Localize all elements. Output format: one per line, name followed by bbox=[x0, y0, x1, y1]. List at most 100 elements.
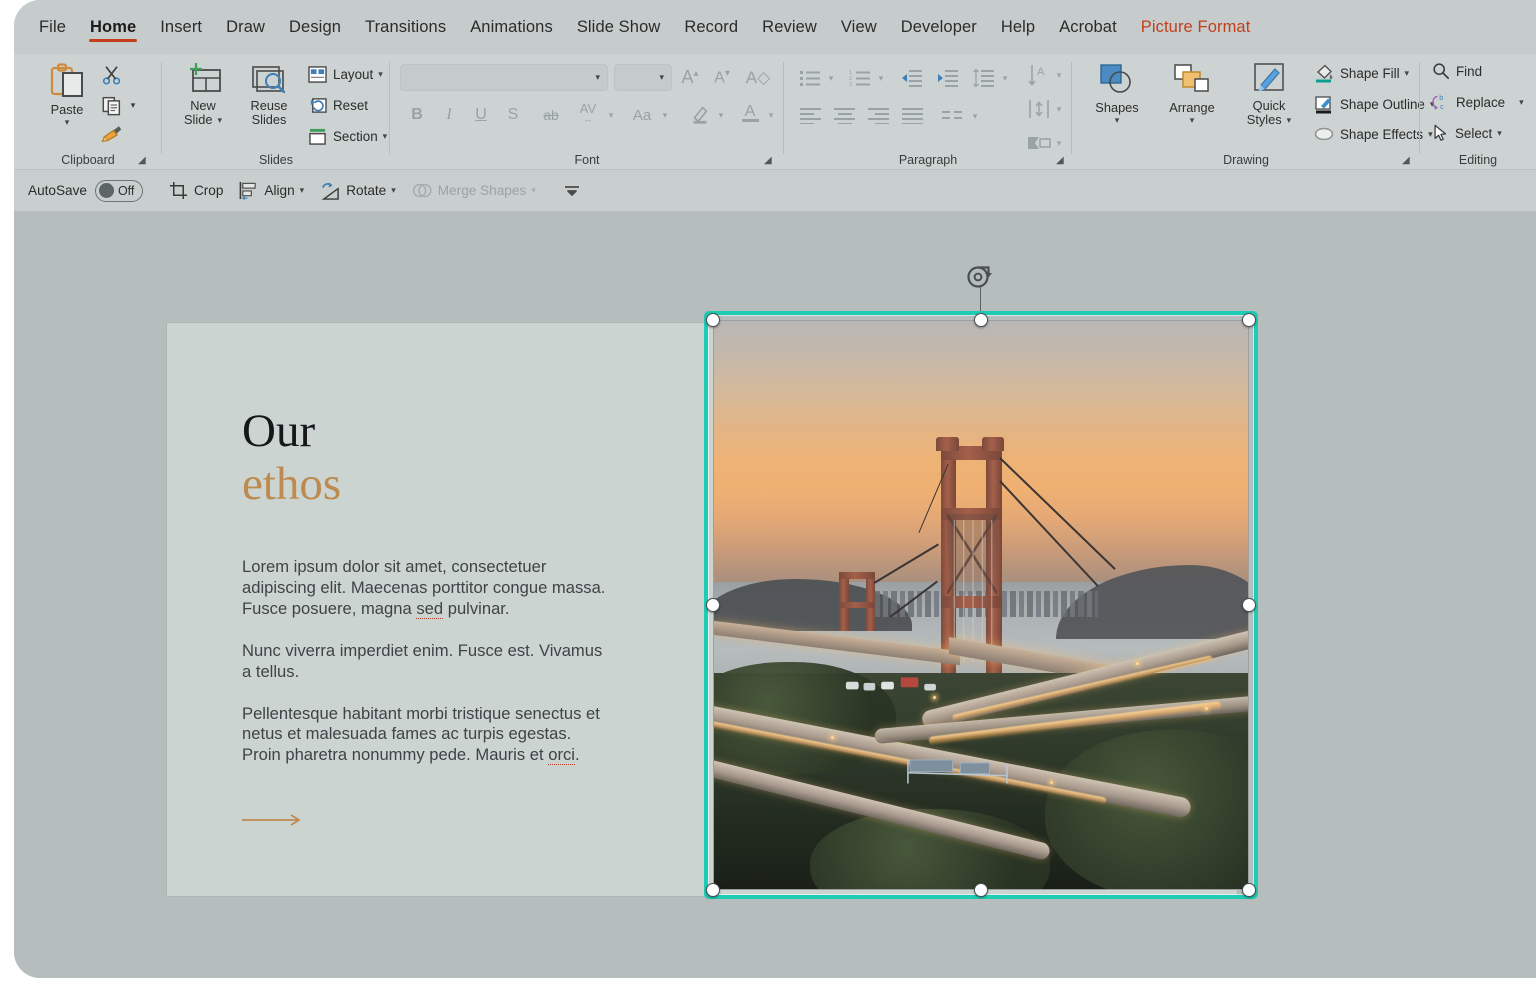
shape-outline-button[interactable]: Shape Outline ▾ bbox=[1314, 95, 1434, 114]
merge-shapes-chevron[interactable]: ▾ bbox=[531, 185, 536, 196]
text-shadow-button[interactable]: S bbox=[500, 102, 526, 128]
slide-canvas[interactable]: Our ethos Lorem ipsum dolor sit amet, co… bbox=[14, 212, 1536, 978]
change-case-chevron[interactable]: ▾ bbox=[658, 102, 672, 128]
line-spacing-button[interactable] bbox=[970, 66, 998, 90]
text-direction-button[interactable]: A bbox=[1024, 62, 1054, 88]
shape-fill-button[interactable]: Shape Fill ▾ bbox=[1314, 64, 1409, 83]
menu-item-help[interactable]: Help bbox=[990, 14, 1046, 41]
underline-button[interactable]: U bbox=[468, 102, 494, 128]
shapes-button[interactable]: Shapes ▾ bbox=[1080, 62, 1154, 125]
character-spacing-chevron[interactable]: ▾ bbox=[604, 102, 618, 128]
italic-button[interactable]: I bbox=[436, 102, 462, 128]
paste-dropdown-chevron[interactable]: ▾ bbox=[65, 117, 70, 127]
reuse-slides-button[interactable]: Reuse Slides bbox=[236, 62, 302, 128]
merge-shapes-button[interactable]: Merge Shapes ▾ bbox=[412, 181, 536, 200]
find-button[interactable]: Find bbox=[1432, 62, 1482, 80]
new-slide-button[interactable]: New Slide ▾ bbox=[172, 62, 234, 128]
resize-handle-middle-left[interactable] bbox=[706, 598, 720, 612]
align-center-button[interactable] bbox=[830, 104, 860, 128]
numbering-button[interactable]: 1 2 3 bbox=[846, 66, 874, 90]
cut-button[interactable] bbox=[98, 62, 126, 88]
resize-handle-top-center[interactable] bbox=[974, 313, 988, 327]
menu-item-review[interactable]: Review bbox=[751, 14, 828, 41]
font-size-chevron[interactable]: ▾ bbox=[659, 72, 664, 83]
crop-button[interactable]: Crop bbox=[169, 181, 223, 200]
bold-button[interactable]: B bbox=[404, 102, 430, 128]
clipboard-dialog-launcher[interactable]: ◢ bbox=[138, 155, 146, 166]
menu-item-picture-format[interactable]: Picture Format bbox=[1130, 14, 1262, 41]
justify-button[interactable] bbox=[898, 104, 928, 128]
resize-handle-top-right[interactable] bbox=[1242, 313, 1256, 327]
menu-item-transitions[interactable]: Transitions bbox=[354, 14, 457, 41]
align-text-button[interactable] bbox=[1024, 96, 1054, 122]
resize-handle-middle-right[interactable] bbox=[1242, 598, 1256, 612]
resize-handle-bottom-center[interactable] bbox=[974, 883, 988, 897]
menu-item-view[interactable]: View bbox=[830, 14, 888, 41]
selected-picture[interactable] bbox=[704, 266, 1258, 899]
numbering-chevron[interactable]: ▾ bbox=[874, 66, 888, 90]
grow-font-button[interactable]: A▴ bbox=[676, 64, 704, 91]
slide-title[interactable]: Our ethos bbox=[242, 405, 341, 510]
shape-effects-button[interactable]: Shape Effects ▾ bbox=[1314, 126, 1433, 143]
bullets-button[interactable] bbox=[796, 66, 824, 90]
new-slide-dropdown-chevron[interactable]: ▾ bbox=[217, 115, 222, 125]
section-button[interactable]: Section ▾ bbox=[308, 128, 387, 145]
menu-item-record[interactable]: Record bbox=[673, 14, 749, 41]
bullets-chevron[interactable]: ▾ bbox=[824, 66, 838, 90]
menu-item-developer[interactable]: Developer bbox=[890, 14, 988, 41]
rotate-button[interactable]: Rotate ▾ bbox=[320, 181, 396, 200]
section-dropdown-chevron[interactable]: ▾ bbox=[383, 131, 388, 142]
font-name-combobox[interactable]: ▾ bbox=[400, 64, 608, 91]
replace-button[interactable]: b c Replace ▾ bbox=[1432, 93, 1524, 111]
font-dialog-launcher[interactable]: ◢ bbox=[764, 155, 772, 166]
decrease-indent-button[interactable] bbox=[898, 66, 926, 90]
right-arrow-shape[interactable] bbox=[242, 813, 304, 827]
font-color-button[interactable]: A bbox=[736, 98, 764, 128]
character-spacing-button[interactable]: AV ↔ bbox=[572, 98, 604, 128]
strikethrough-button[interactable]: ab bbox=[536, 102, 566, 128]
align-left-button[interactable] bbox=[796, 104, 826, 128]
arrange-button[interactable]: Arrange ▾ bbox=[1156, 62, 1228, 125]
quick-styles-button[interactable]: Quick Styles ▾ bbox=[1230, 62, 1308, 128]
line-spacing-chevron[interactable]: ▾ bbox=[998, 66, 1012, 90]
drawing-dialog-launcher[interactable]: ◢ bbox=[1402, 155, 1410, 166]
menu-item-home[interactable]: Home bbox=[79, 14, 147, 42]
menu-item-file[interactable]: File bbox=[28, 14, 77, 41]
align-right-button[interactable] bbox=[864, 104, 894, 128]
layout-button[interactable]: Layout ▾ bbox=[308, 66, 383, 83]
toolbar-overflow-button[interactable] bbox=[562, 183, 582, 199]
shapes-dropdown-chevron[interactable]: ▾ bbox=[1115, 115, 1120, 125]
select-dropdown-chevron[interactable]: ▾ bbox=[1497, 128, 1502, 139]
copy-dropdown-chevron[interactable]: ▾ bbox=[126, 92, 140, 118]
align-objects-chevron[interactable]: ▾ bbox=[300, 185, 305, 196]
text-direction-chevron[interactable]: ▾ bbox=[1052, 62, 1066, 88]
rotate-handle[interactable] bbox=[963, 263, 997, 293]
resize-handle-bottom-left[interactable] bbox=[706, 883, 720, 897]
reset-button[interactable]: Reset bbox=[308, 97, 368, 114]
rotate-chevron[interactable]: ▾ bbox=[391, 185, 396, 196]
text-highlight-button[interactable] bbox=[686, 100, 714, 128]
format-painter-button[interactable] bbox=[98, 122, 126, 148]
slide-body-text[interactable]: Lorem ipsum dolor sit amet, consectetuer… bbox=[242, 557, 614, 787]
menu-item-draw[interactable]: Draw bbox=[215, 14, 276, 41]
menu-item-animations[interactable]: Animations bbox=[459, 14, 564, 41]
replace-dropdown-chevron[interactable]: ▾ bbox=[1519, 97, 1524, 108]
menu-item-slide-show[interactable]: Slide Show bbox=[566, 14, 672, 41]
quick-styles-dropdown-chevron[interactable]: ▾ bbox=[1287, 115, 1292, 125]
layout-dropdown-chevron[interactable]: ▾ bbox=[378, 69, 383, 80]
increase-indent-button[interactable] bbox=[934, 66, 962, 90]
copy-button[interactable] bbox=[98, 92, 126, 118]
select-button[interactable]: Select ▾ bbox=[1432, 124, 1502, 142]
columns-chevron[interactable]: ▾ bbox=[968, 104, 982, 128]
clear-formatting-button[interactable]: A◇ bbox=[744, 64, 772, 91]
change-case-button[interactable]: Aa bbox=[626, 102, 658, 128]
arrange-dropdown-chevron[interactable]: ▾ bbox=[1190, 115, 1195, 125]
font-name-chevron[interactable]: ▾ bbox=[595, 72, 600, 83]
paragraph-dialog-launcher[interactable]: ◢ bbox=[1056, 155, 1064, 166]
resize-handle-top-left[interactable] bbox=[706, 313, 720, 327]
text-highlight-chevron[interactable]: ▾ bbox=[714, 102, 728, 128]
paste-button[interactable]: Paste ▾ bbox=[36, 62, 98, 127]
align-objects-button[interactable]: Align ▾ bbox=[239, 181, 304, 200]
shape-fill-dropdown-chevron[interactable]: ▾ bbox=[1405, 68, 1410, 79]
menu-item-acrobat[interactable]: Acrobat bbox=[1048, 14, 1128, 41]
